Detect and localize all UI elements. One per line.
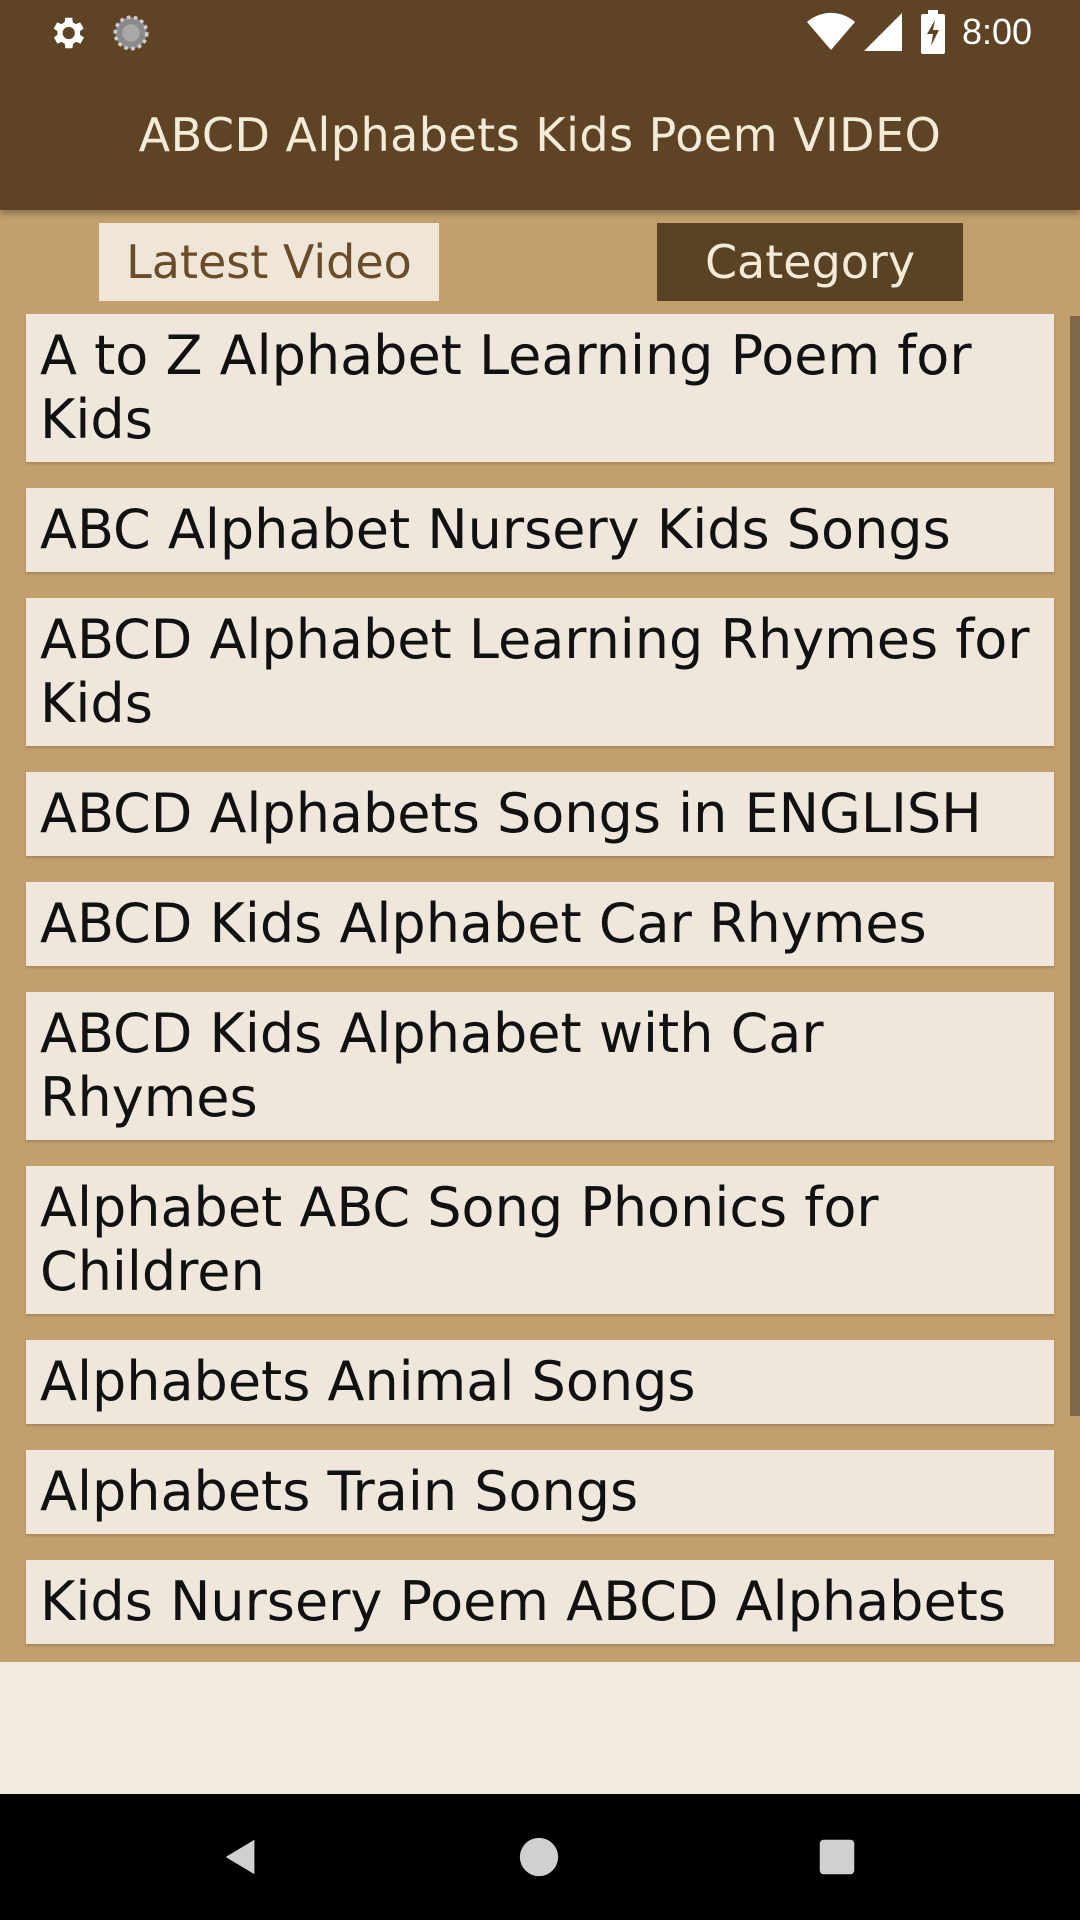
list-item-label: ABCD Alphabet Learning Rhymes for Kids: [40, 608, 1030, 735]
list-item[interactable]: Alphabets Train Songs: [26, 1450, 1054, 1534]
battery-charging-icon: [921, 10, 945, 54]
system-nav-bar: [0, 1794, 1080, 1920]
wifi-icon: [807, 12, 855, 51]
list-item[interactable]: ABCD Alphabets Songs in ENGLISH: [26, 772, 1054, 856]
list-item[interactable]: Alphabets Animal Songs: [26, 1340, 1054, 1424]
gear-icon: [53, 17, 84, 49]
list-item-label: ABC Alphabet Nursery Kids Songs: [40, 498, 951, 561]
signal-icon: [864, 13, 902, 51]
list-item-label: Alphabets Train Songs: [40, 1460, 639, 1523]
tab-latest-video[interactable]: Latest Video: [99, 223, 439, 301]
tab-bar: Latest Video Category: [0, 210, 1080, 310]
list-item-label: Kids Nursery Poem ABCD Alphabets: [40, 1570, 1006, 1633]
status-bar: 8:00: [0, 0, 1080, 63]
home-icon[interactable]: [516, 1834, 562, 1880]
list-item[interactable]: ABC Alphabet Nursery Kids Songs: [26, 488, 1054, 572]
list-item-label: ABCD Kids Alphabet with Car Rhymes: [40, 1002, 824, 1129]
app-title: ABCD Alphabets Kids Poem VIDEO: [138, 108, 942, 162]
list-scrollbar[interactable]: [1070, 316, 1080, 1416]
list-item-label: A to Z Alphabet Learning Poem for Kids: [40, 324, 972, 451]
category-list[interactable]: A to Z Alphabet Learning Poem for Kids A…: [0, 310, 1080, 1662]
recent-apps-icon[interactable]: [814, 1834, 860, 1880]
list-item-label: ABCD Kids Alphabet Car Rhymes: [40, 892, 927, 955]
back-icon[interactable]: [218, 1834, 264, 1880]
list-item-label: Alphabet ABC Song Phonics for Children: [40, 1176, 879, 1303]
list-item-label: Alphabets Animal Songs: [40, 1350, 696, 1413]
list-item[interactable]: ABCD Kids Alphabet Car Rhymes: [26, 882, 1054, 966]
list-item[interactable]: ABCD Kids Alphabet with Car Rhymes: [26, 992, 1054, 1140]
status-time: 8:00: [962, 11, 1033, 52]
list-item[interactable]: Alphabet ABC Song Phonics for Children: [26, 1166, 1054, 1314]
list-item-label: ABCD Alphabets Songs in ENGLISH: [40, 782, 982, 845]
tab-category[interactable]: Category: [657, 223, 963, 301]
list-item[interactable]: A to Z Alphabet Learning Poem for Kids: [26, 314, 1054, 462]
list-item[interactable]: ABCD Alphabet Learning Rhymes for Kids: [26, 598, 1054, 746]
sync-icon: [113, 15, 149, 51]
app-bar: ABCD Alphabets Kids Poem VIDEO: [0, 63, 1080, 210]
empty-footer-area: [0, 1662, 1080, 1794]
list-item[interactable]: Kids Nursery Poem ABCD Alphabets: [26, 1560, 1054, 1644]
